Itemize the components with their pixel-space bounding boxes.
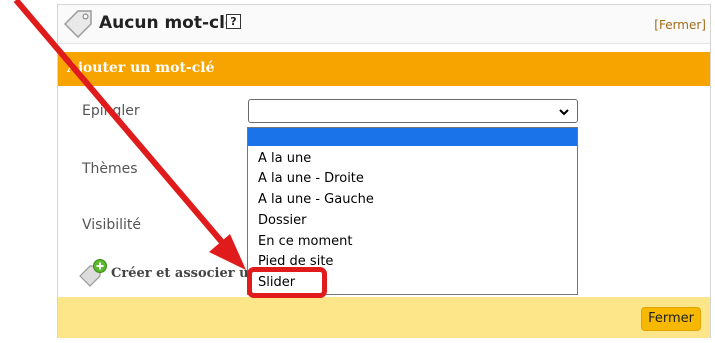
chevron-down-icon (559, 109, 569, 116)
dropdown-option[interactable]: En ce moment (258, 233, 352, 251)
panel-footer: Fermer (58, 297, 710, 338)
dropdown-option-highlighted[interactable] (248, 128, 577, 146)
epingler-select[interactable] (248, 99, 578, 123)
dropdown-option[interactable]: Dossier (258, 212, 306, 230)
help-icon[interactable]: ? (226, 14, 241, 29)
section-header: Ajouter un mot-clé (58, 52, 710, 86)
field-label-themes: Thèmes (82, 161, 138, 177)
create-keyword-label: Créer et associer u (111, 266, 249, 281)
close-link[interactable]: [Fermer] (654, 18, 706, 32)
panel-header: Aucun mot-clé ? [Fermer] (58, 5, 710, 44)
tag-icon (64, 10, 92, 38)
dropdown-option[interactable]: A la une - Gauche (258, 191, 374, 209)
dropdown-option[interactable]: A la une - Droite (258, 170, 364, 188)
page-title: Aucun mot-clé (99, 13, 237, 33)
section-title: Ajouter un mot-clé (67, 60, 215, 76)
field-label-epingler: Epingler (82, 103, 140, 119)
dropdown-option[interactable]: A la une (258, 150, 311, 168)
close-button[interactable]: Fermer (641, 307, 701, 331)
highlight-box (247, 267, 327, 298)
add-tag-icon (79, 259, 107, 287)
field-label-visibilite: Visibilité (82, 217, 142, 233)
